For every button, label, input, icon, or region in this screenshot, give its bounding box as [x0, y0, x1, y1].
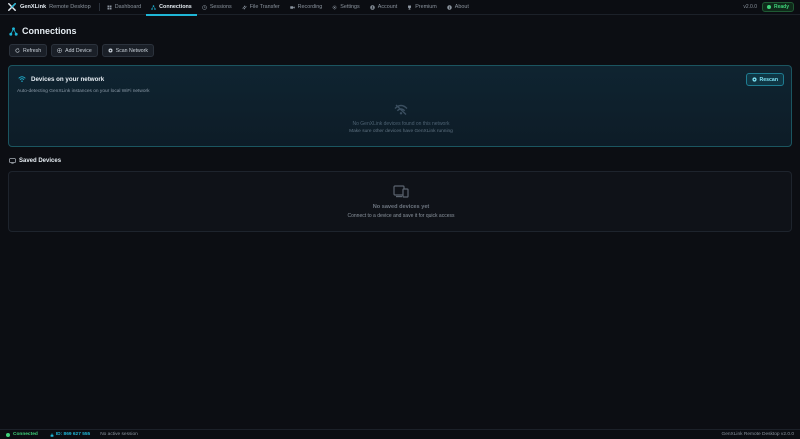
premium-icon — [408, 5, 412, 10]
tab-file-transfer[interactable]: File Transfer — [237, 0, 285, 15]
tab-about[interactable]: About — [442, 0, 474, 15]
tab-settings[interactable]: Settings — [327, 0, 364, 15]
brand: GenXLink Remote Desktop — [0, 0, 102, 15]
tab-recording[interactable]: Recording — [285, 0, 328, 15]
network-empty-title: No GenXLink devices found on this networ… — [352, 121, 450, 127]
saved-devices-header: Saved Devices — [9, 158, 61, 164]
button-label: Scan Network — [115, 47, 148, 54]
action-toolbar: Refresh Add Device Scan Network — [9, 44, 154, 57]
tab-connections[interactable]: Connections — [146, 0, 197, 16]
saved-devices-title: Saved Devices — [19, 158, 62, 164]
version-label: v2.0.0 — [743, 4, 757, 10]
tab-label: Sessions — [209, 4, 232, 10]
monitor-icon — [9, 158, 16, 164]
saved-devices-panel: No saved devices yet Connect to a device… — [8, 171, 792, 232]
session-status: No active session — [100, 432, 138, 437]
top-bar: GenXLink Remote Desktop Dashboard Connec… — [0, 0, 800, 16]
saved-empty-title: No saved devices yet — [372, 204, 430, 210]
info-icon — [447, 4, 452, 10]
rescan-button[interactable]: Rescan — [745, 73, 784, 86]
wifi-icon — [18, 76, 26, 82]
button-label: Add Device — [65, 47, 92, 54]
genxlink-logo-icon — [8, 3, 16, 11]
network-devices-panel: Devices on your network Auto-detecting G… — [8, 65, 792, 147]
tab-label: Recording — [297, 4, 323, 10]
device-id[interactable]: ID: 869 627 555 — [50, 432, 90, 437]
transfer-icon — [241, 5, 247, 9]
network-panel-title: Devices on your network — [31, 75, 105, 83]
connection-status: Connected — [6, 432, 38, 437]
camera-icon — [289, 5, 295, 9]
page-title: Connections — [22, 26, 77, 36]
status-bar: Connected ID: 869 627 555 No active sess… — [0, 429, 800, 439]
tab-premium[interactable]: Premium — [402, 0, 442, 15]
device-id-text: ID: 869 627 555 — [55, 432, 91, 437]
status-text: Ready — [773, 4, 789, 10]
add-device-button[interactable]: Add Device — [51, 44, 98, 57]
tab-dashboard[interactable]: Dashboard — [102, 0, 146, 15]
main-nav: Dashboard Connections Sessions File Tran… — [102, 0, 474, 16]
network-icon — [9, 26, 18, 36]
wifi-off-icon — [394, 104, 408, 115]
app-version-footer: GenXLink Remote Desktop v2.0.0 — [721, 432, 794, 437]
button-label: Refresh — [23, 47, 42, 54]
status-badge: Ready — [761, 2, 794, 12]
lock-icon — [50, 432, 54, 437]
tab-label: File Transfer — [249, 4, 280, 10]
radar-icon — [751, 77, 757, 82]
button-label: Rescan — [759, 76, 778, 83]
status-dot-icon — [766, 5, 771, 9]
scan-network-button[interactable]: Scan Network — [101, 44, 154, 57]
network-panel-header: Devices on your network — [18, 75, 104, 83]
tab-account[interactable]: Account — [365, 0, 402, 15]
page-header: Connections — [9, 26, 77, 36]
devices-icon — [393, 185, 409, 198]
network-panel-subtitle: Auto-detecting GenXLink instances on you… — [17, 89, 150, 94]
network-icon — [151, 4, 156, 10]
grid-icon — [107, 5, 112, 9]
clock-icon — [202, 4, 207, 10]
tab-label: Dashboard — [114, 4, 142, 10]
user-icon — [369, 4, 375, 10]
app-subtitle: Remote Desktop — [49, 4, 91, 10]
connection-text: Connected — [13, 432, 38, 437]
tab-sessions[interactable]: Sessions — [197, 0, 237, 15]
tab-label: Settings — [340, 4, 360, 10]
refresh-button[interactable]: Refresh — [9, 44, 48, 57]
tab-label: Account — [377, 4, 398, 10]
network-empty-hint: Make sure other devices have GenXLink ru… — [349, 129, 453, 134]
divider — [98, 3, 100, 11]
plus-circle-icon — [57, 48, 63, 53]
tab-label: About — [454, 4, 469, 10]
saved-empty-hint: Connect to a device and save it for quic… — [347, 213, 455, 219]
tab-label: Premium — [415, 4, 437, 10]
app-name: GenXLink — [20, 4, 47, 10]
refresh-icon — [15, 48, 20, 53]
topbar-status: v2.0.0 Ready — [743, 2, 794, 12]
scan-icon — [108, 48, 113, 53]
gear-icon — [332, 5, 337, 9]
tab-label: Connections — [159, 4, 192, 10]
connection-dot-icon — [6, 432, 10, 437]
